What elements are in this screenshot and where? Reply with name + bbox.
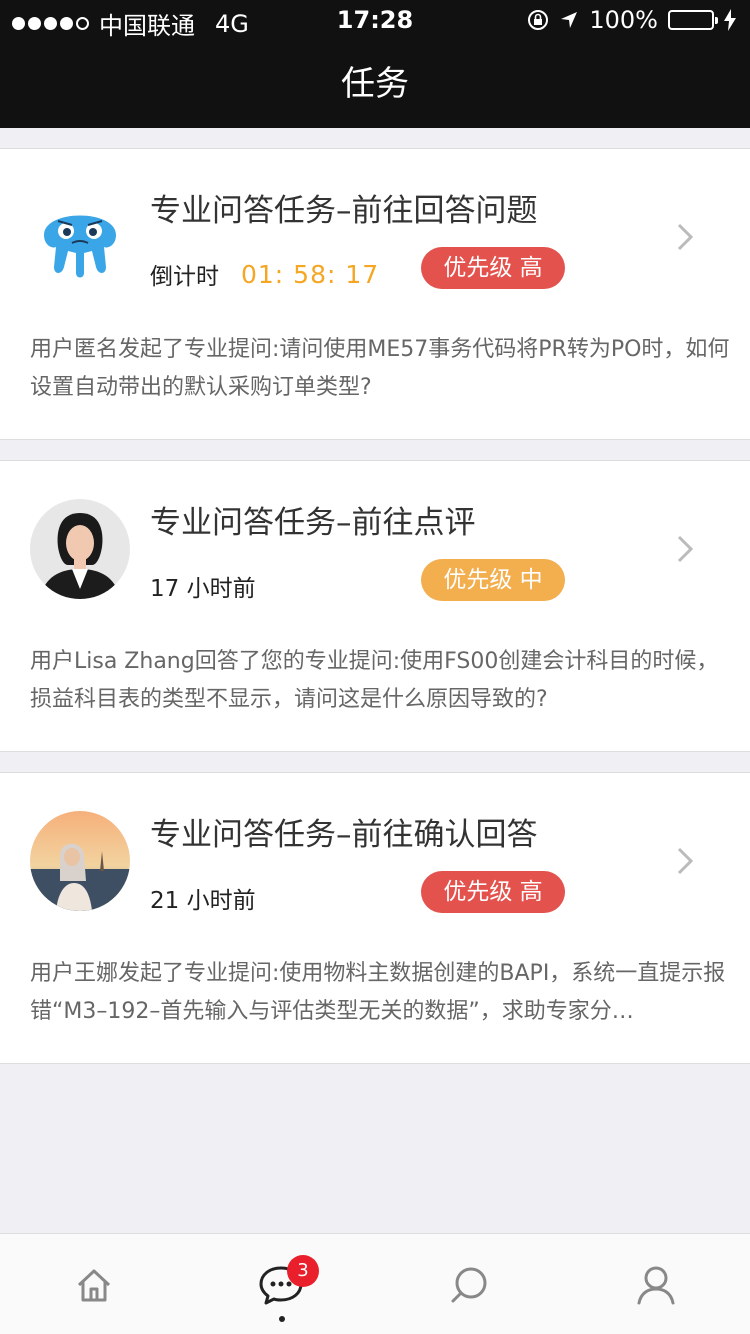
chevron-right-icon (677, 535, 694, 563)
battery-percent: 100% (589, 6, 658, 34)
priority-badge: 优先级 中 (421, 559, 565, 601)
tab-bar (0, 1233, 750, 1334)
location-icon (561, 12, 578, 28)
unread-count-badge: 3 (287, 1255, 319, 1287)
chevron-right-icon (677, 223, 694, 251)
task-time: 21 小时前 (150, 888, 256, 914)
task-description: 用户王娜发起了专业提问:使用物料主数据创建的BAPI，系统一直提示报错“M3–1… (30, 961, 726, 1024)
priority-badge: 优先级 高 (421, 247, 565, 289)
task-meta: 21 小时前 (150, 881, 256, 915)
task-title: 专业问答任务–前往点评 (150, 505, 476, 541)
chevron-right-icon (677, 847, 694, 875)
task-meta: 倒计时 01: 58: 17 (150, 257, 379, 291)
task-description: 用户匿名发起了专业提问:请问使用ME57事务代码将PR转为PO时，如何设置自动带… (30, 337, 730, 400)
task-card[interactable]: 专业问答任务–前往点评 17 小时前 优先级 中 用户Lisa Zhang回答了… (0, 460, 750, 752)
profile-icon (637, 1266, 675, 1304)
status-bar: 中国联通 4G 17:28 100% (0, 0, 750, 40)
tab-profile[interactable] (563, 1234, 750, 1334)
task-time: 17 小时前 (150, 576, 256, 602)
rotation-lock-icon (528, 10, 549, 30)
task-card[interactable]: 专业问答任务–前往确认回答 21 小时前 优先级 高 用户王娜发起了专业提问:使… (0, 772, 750, 1064)
countdown-timer: 01: 58: 17 (241, 259, 380, 289)
user-avatar (30, 499, 130, 599)
priority-badge: 优先级 高 (421, 871, 565, 913)
user-avatar (30, 811, 130, 911)
task-title: 专业问答任务–前往确认回答 (150, 817, 538, 853)
countdown-label: 倒计时 (150, 264, 219, 290)
battery-icon (668, 10, 718, 30)
discover-icon (451, 1267, 487, 1302)
tab-home[interactable] (0, 1234, 188, 1334)
home-icon (77, 1269, 110, 1301)
status-right: 100% (527, 6, 736, 34)
tab-discover[interactable] (375, 1234, 563, 1334)
task-title: 专业问答任务–前往回答问题 (150, 193, 538, 229)
active-tab-indicator (279, 1316, 285, 1322)
navigation-bar: 任务 (0, 40, 750, 128)
task-description: 用户Lisa Zhang回答了您的专业提问:使用FS00创建会计科目的时候，损益… (30, 649, 719, 712)
robot-mascot-avatar (30, 187, 130, 287)
task-meta: 17 小时前 (150, 569, 256, 603)
task-card[interactable]: 专业问答任务–前往回答问题 倒计时 01: 58: 17 优先级 高 用户匿名发… (0, 148, 750, 440)
page-title: 任务 (341, 64, 409, 104)
charging-icon (724, 9, 736, 31)
